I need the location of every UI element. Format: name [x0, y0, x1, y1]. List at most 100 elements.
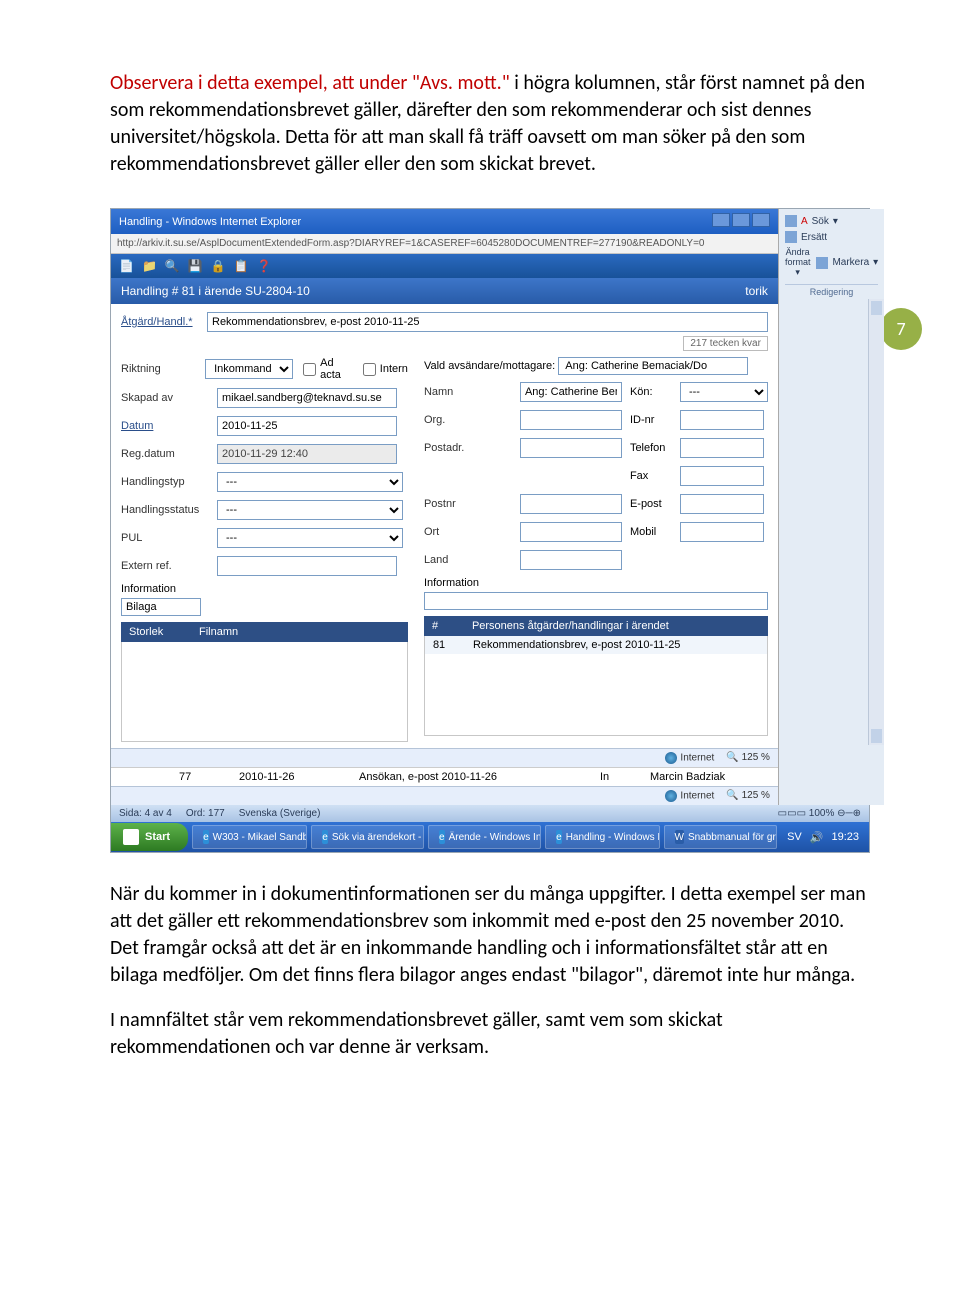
postnr-input[interactable]: [520, 494, 622, 514]
ort-label: Ort: [424, 526, 520, 538]
handlingstyp-select[interactable]: ---: [217, 472, 403, 492]
table-row[interactable]: 81 Rekommendationsbrev, e-post 2010-11-2…: [425, 636, 767, 654]
filnamn-col: Filnamn: [199, 626, 238, 638]
row-num: 81: [433, 639, 473, 651]
telefon-label: Telefon: [630, 442, 674, 454]
globe-icon: [665, 790, 677, 802]
ersatt-button[interactable]: Ersätt: [785, 231, 878, 243]
window-titlebar: Handling - Windows Internet Explorer: [111, 209, 778, 234]
word-status-bar: Sida: 4 av 4 Ord: 177 Svenska (Sverige) …: [111, 805, 869, 822]
pul-select[interactable]: ---: [217, 528, 403, 548]
storlek-col: Storlek: [129, 626, 199, 638]
ie-status-bar-2: Internet 🔍 125 %: [111, 786, 778, 805]
pul-label: PUL: [121, 532, 217, 544]
start-button[interactable]: Start: [111, 823, 188, 851]
toolbar-icon[interactable]: ❓: [257, 259, 272, 273]
postadr-label: Postadr.: [424, 442, 520, 454]
information-label-right: Information: [424, 577, 768, 589]
window-controls[interactable]: [710, 213, 770, 230]
intern-label: Intern: [380, 363, 408, 375]
sok-button[interactable]: A Sök ▾: [785, 215, 878, 227]
land-input[interactable]: [520, 550, 622, 570]
skapad-input[interactable]: [217, 388, 397, 408]
word-zoom[interactable]: ▭▭▭ 100% ⊖─⊕: [778, 808, 861, 819]
system-tray[interactable]: SV 🔊 19:23: [777, 831, 869, 844]
kon-select[interactable]: ---: [680, 382, 768, 402]
zoom-indicator-2[interactable]: 🔍 125 %: [726, 790, 770, 802]
mobil-input[interactable]: [680, 522, 764, 542]
intern-checkbox[interactable]: [363, 363, 376, 376]
toolbar-icon[interactable]: 📁: [142, 259, 157, 273]
handlingsstatus-label: Handlingsstatus: [121, 504, 217, 516]
row-text: Rekommendationsbrev, e-post 2010-11-25: [473, 639, 681, 651]
actions-body: 81 Rekommendationsbrev, e-post 2010-11-2…: [424, 636, 768, 736]
attachments-header: Storlek Filnamn: [121, 622, 408, 642]
redigering-group-label: Redigering: [785, 284, 878, 297]
ort-input[interactable]: [520, 522, 622, 542]
andra-format-button[interactable]: Ändraformat ▾: [785, 247, 811, 278]
word-ribbon-fragment: A Sök ▾ Ersätt Ändraformat ▾ Markera ▾ R…: [778, 209, 884, 805]
land-label: Land: [424, 554, 520, 566]
toolbar-icon[interactable]: 📄: [119, 259, 134, 273]
datum-label[interactable]: Datum: [121, 420, 217, 432]
skapad-label: Skapad av: [121, 392, 217, 404]
org-input[interactable]: [520, 410, 622, 430]
case-header-bar: Handling # 81 i ärende SU-2804-10 torik: [111, 278, 778, 304]
window-title: Handling - Windows Internet Explorer: [119, 216, 301, 228]
information-label-left: Information: [121, 583, 408, 595]
atgard-input[interactable]: [207, 312, 768, 332]
toolbar-icon[interactable]: 🔒: [211, 259, 226, 273]
externref-input[interactable]: [217, 556, 397, 576]
vald-value[interactable]: Ang: Catherine Bemaciak/Do: [558, 357, 748, 375]
adacta-label: Ad acta: [320, 357, 353, 381]
taskbar-item[interactable]: Handling - Windows I…: [545, 825, 659, 849]
telefon-input[interactable]: [680, 438, 764, 458]
riktning-select[interactable]: Inkommande: [205, 359, 293, 379]
fax-label: Fax: [630, 470, 674, 482]
handlingsstatus-select[interactable]: ---: [217, 500, 403, 520]
embedded-screenshot: Handling - Windows Internet Explorer htt…: [110, 208, 870, 853]
tray-lang[interactable]: SV: [787, 831, 802, 843]
epost-label: E-post: [630, 498, 674, 510]
toolbar-icon[interactable]: 🔍: [165, 259, 180, 273]
vertical-scrollbar[interactable]: [868, 299, 884, 745]
namn-input[interactable]: [520, 382, 622, 402]
regdatum-input: [217, 444, 397, 464]
adacta-checkbox[interactable]: [303, 363, 316, 376]
taskbar-item[interactable]: Ärende - Windows In…: [428, 825, 541, 849]
chars-left: 217 tecken kvar: [121, 338, 768, 349]
markera-button[interactable]: Markera ▾: [816, 247, 878, 278]
taskbar-item[interactable]: Snabbmanual för gru…: [664, 825, 778, 849]
toolbar-icon[interactable]: 💾: [188, 259, 203, 273]
taskbar-item[interactable]: W303 - Mikael Sandb…: [192, 825, 307, 849]
tray-icon[interactable]: 🔊: [810, 831, 824, 844]
taskbar-item[interactable]: Sök via ärendekort - …: [311, 825, 424, 849]
toolbar-icon[interactable]: 📋: [234, 259, 249, 273]
mobil-label: Mobil: [630, 526, 674, 538]
vald-avsandare-row: Vald avsändare/mottagare: Ang: Catherine…: [424, 357, 768, 375]
vald-label: Vald avsändare/mottagare:: [424, 360, 555, 372]
idnr-input[interactable]: [680, 410, 764, 430]
information-right-field[interactable]: [424, 592, 768, 610]
app-toolbar[interactable]: 📄 📁 🔍 💾 🔒 📋 ❓: [111, 254, 778, 278]
regdatum-label: Reg.datum: [121, 448, 217, 460]
actions-header: # Personens åtgärder/handlingar i ärende…: [424, 616, 768, 636]
windows-taskbar[interactable]: Start W303 - Mikael Sandb… Sök via ärend…: [111, 822, 869, 852]
globe-icon: [665, 752, 677, 764]
zoom-indicator[interactable]: 🔍 125 %: [726, 752, 770, 764]
word-words: Ord: 177: [186, 808, 225, 819]
epost-input[interactable]: [680, 494, 764, 514]
postadr-input[interactable]: [520, 438, 622, 458]
fax-input[interactable]: [680, 466, 764, 486]
intro-paragraph: Observera i detta exempel, att under "Av…: [110, 70, 870, 178]
externref-label: Extern ref.: [121, 560, 217, 572]
page-number-badge: 7: [880, 308, 922, 350]
atgard-label: Åtgärd/Handl.*: [121, 316, 207, 328]
address-bar[interactable]: http://arkiv.it.su.se/AsplDocumentExtend…: [111, 234, 778, 254]
torik-link[interactable]: torik: [745, 284, 768, 298]
attachments-body: [121, 642, 408, 742]
datum-input[interactable]: [217, 416, 397, 436]
ie-status-bar-1: Internet 🔍 125 %: [111, 748, 778, 767]
org-label: Org.: [424, 414, 520, 426]
bilaga-field[interactable]: Bilaga: [121, 598, 201, 616]
